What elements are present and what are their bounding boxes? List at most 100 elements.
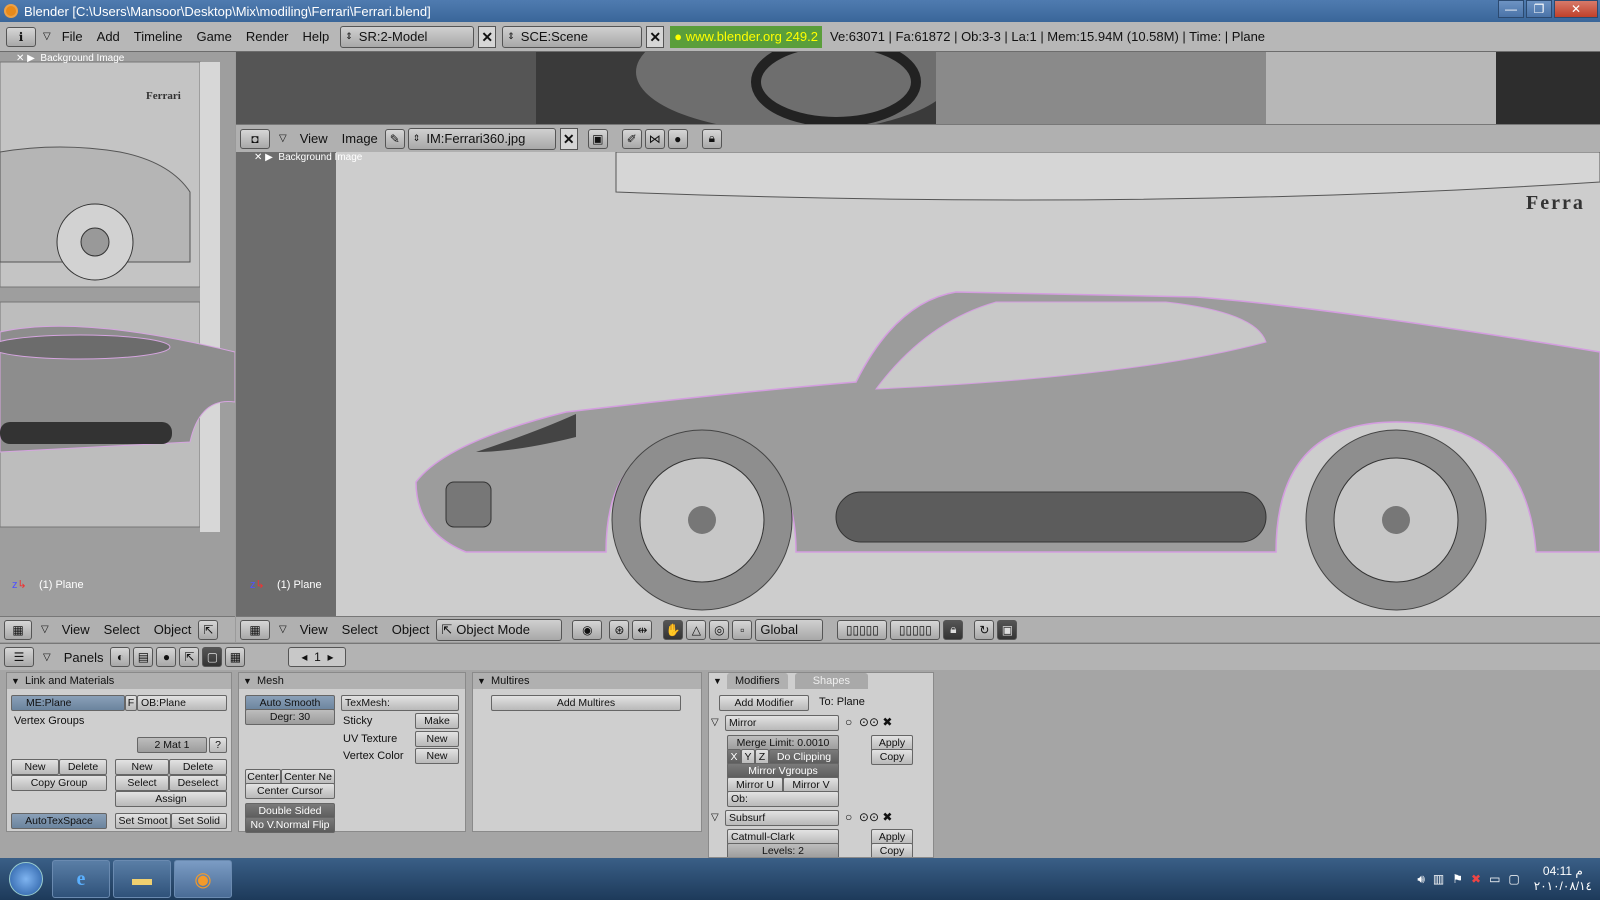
menu-add[interactable]: Add <box>90 29 127 44</box>
draw-type-icon[interactable]: ◉ <box>572 619 603 640</box>
orientation-selector[interactable]: Global <box>755 618 824 641</box>
rotate-icon[interactable]: △ <box>686 619 707 640</box>
vertex-color-new-button[interactable]: New <box>415 748 459 764</box>
vgroup-delete-button[interactable]: Delete <box>59 759 107 775</box>
scene-context-icon[interactable]: ▦ <box>225 647 246 667</box>
shapes-tab[interactable]: Shapes <box>794 673 868 689</box>
pin-icon[interactable]: ✎ <box>384 128 405 149</box>
uv-texture-new-button[interactable]: New <box>415 731 459 747</box>
lock-icon[interactable]: 🔒︎ <box>701 128 722 149</box>
material-assign-button[interactable]: Assign <box>115 791 227 807</box>
main-menu-view[interactable]: View <box>293 622 335 637</box>
taskbar-blender[interactable]: ◉ <box>174 860 232 898</box>
scale-icon[interactable]: ◎ <box>709 619 730 640</box>
maximize-button[interactable]: ❐ <box>1526 0 1552 18</box>
editor-type-grid-icon[interactable]: ▦ <box>4 619 32 640</box>
network-icon[interactable]: ▥ <box>1433 872 1444 886</box>
vgroup-new-button[interactable]: New <box>11 759 59 775</box>
taskbar-explorer[interactable]: ▬ <box>113 860 171 898</box>
transform-icon[interactable]: ▫ <box>732 619 753 640</box>
left-bg-image-label[interactable]: ✕ ▶ Background Image <box>16 53 124 64</box>
object-context-icon[interactable]: ⇱ <box>179 647 200 667</box>
degr-field[interactable]: Degr: 30 <box>245 709 335 725</box>
security-icon[interactable]: ✖ <box>1471 872 1481 886</box>
mesh-title[interactable]: Mesh <box>239 673 465 689</box>
menu-timeline[interactable]: Timeline <box>127 29 190 44</box>
blender-version-link[interactable]: ● www.blender.org 249.2 <box>670 25 822 48</box>
set-smooth-button[interactable]: Set Smoot <box>115 813 171 829</box>
image-menu-view[interactable]: View <box>293 131 335 146</box>
mirror-copy-button[interactable]: Copy <box>871 749 913 765</box>
minimize-button[interactable]: — <box>1498 0 1524 18</box>
object-name-field[interactable]: OB:Plane <box>137 695 227 711</box>
copy-group-button[interactable]: Copy Group <box>11 775 107 791</box>
image-pack-icon[interactable]: ▣ <box>587 128 608 149</box>
image-selector[interactable]: ⇕ IM:Ferrari360.jpg <box>407 127 556 150</box>
image-menu-image[interactable]: Image <box>335 131 385 146</box>
subsurf-collapse-icon[interactable]: ▽ <box>711 812 719 823</box>
clock[interactable]: 04:11 م ٢٠١٠/٠٨/١٤ <box>1534 864 1592 894</box>
taskbar-internet-explorer[interactable]: e <box>52 860 110 898</box>
screen-delete-button[interactable]: ✕ <box>478 25 497 48</box>
subsurf-state-icons[interactable]: ○ ⊙⊙ ✖ <box>845 810 892 824</box>
add-modifier-button[interactable]: Add Modifier <box>719 695 809 711</box>
no-vnormal-flip-toggle[interactable]: No V.Normal Flip <box>245 817 335 833</box>
multires-title[interactable]: Multires <box>473 673 701 689</box>
info-editor-type-icon[interactable]: ℹ <box>6 26 36 47</box>
menu-render[interactable]: Render <box>239 29 296 44</box>
menu-help[interactable]: Help <box>296 29 337 44</box>
editing-context-icon[interactable]: ▢ <box>202 647 223 667</box>
sticky-make-button[interactable]: Make <box>415 713 459 729</box>
collapse-icon[interactable]: ▽ <box>41 624 49 635</box>
main-menu-object[interactable]: Object <box>385 622 437 637</box>
screen-selector[interactable]: ⇕ SR:2-Model <box>340 25 475 48</box>
left-menu-view[interactable]: View <box>55 622 97 637</box>
subsurf-name-field[interactable]: Subsurf <box>725 810 839 826</box>
mesh-datablock-field[interactable]: ME:Plane <box>11 695 125 711</box>
menu-file[interactable]: File <box>55 29 90 44</box>
display-icon[interactable]: ▢ <box>1508 872 1519 886</box>
buttons-collapse-icon[interactable]: ▽ <box>43 652 51 663</box>
main-collapse-icon[interactable]: ▽ <box>279 624 287 635</box>
tray-app-icon[interactable]: ▭ <box>1489 872 1500 886</box>
fake-user-button[interactable]: F <box>125 695 137 711</box>
image-collapse-icon[interactable]: ▽ <box>279 133 287 144</box>
start-button[interactable] <box>0 858 52 900</box>
menu-game[interactable]: Game <box>189 29 238 44</box>
paint-icon[interactable]: ✐ <box>621 128 642 149</box>
volume-icon[interactable]: 🔊︎ <box>1417 872 1425 887</box>
link-materials-title[interactable]: Link and Materials <box>7 673 231 689</box>
left-menu-select[interactable]: Select <box>97 622 147 637</box>
frame-number-field[interactable]: ◂ 1 ▸ <box>288 647 347 667</box>
buttons-editor-type-icon[interactable]: ☰ <box>4 647 34 667</box>
left-3d-viewport[interactable]: ✕ ▶ Background Image Ferrari z↳ (1) Plan… <box>0 52 235 616</box>
close-button[interactable]: ✕ <box>1554 0 1598 18</box>
render-icon[interactable]: ↻ <box>974 619 995 640</box>
layer-lock-icon[interactable]: 🔒︎ <box>943 619 964 640</box>
main-3d-viewport[interactable]: ✕ ▶ Background Image Ferra z↳ (1) Plane <box>236 152 1600 616</box>
texmesh-field[interactable]: TexMesh: <box>341 695 459 711</box>
main-bg-image-label[interactable]: ✕ ▶ Background Image <box>254 152 362 163</box>
mirror-name-field[interactable]: Mirror <box>725 715 839 731</box>
image-editor-type-icon[interactable]: ◘ <box>240 128 270 149</box>
image-unlink-button[interactable]: ✕ <box>559 127 578 150</box>
shading-context-icon[interactable]: ● <box>156 647 177 667</box>
set-solid-button[interactable]: Set Solid <box>171 813 227 829</box>
uv-sync-icon[interactable]: ⋈ <box>644 128 665 149</box>
collapse-menu-icon[interactable]: ▽ <box>43 31 51 42</box>
mirror-state-icons[interactable]: ○ ⊙⊙ ✖ <box>845 715 892 729</box>
material-help-button[interactable]: ? <box>209 737 227 753</box>
material-index-field[interactable]: 2 Mat 1 <box>137 737 207 753</box>
material-deselect-button[interactable]: Deselect <box>169 775 227 791</box>
subsurf-levels-field[interactable]: Levels: 2 <box>727 843 839 857</box>
script-context-icon[interactable]: ▤ <box>133 647 154 667</box>
material-select-button[interactable]: Select <box>115 775 169 791</box>
left-mode-icon[interactable]: ⇱ <box>198 619 219 640</box>
material-delete-button[interactable]: Delete <box>169 759 227 775</box>
main-menu-select[interactable]: Select <box>335 622 385 637</box>
image-editor-view[interactable] <box>236 52 1600 124</box>
add-multires-button[interactable]: Add Multires <box>491 695 681 711</box>
manipulator-icon[interactable]: ⇹ <box>632 619 653 640</box>
flag-icon[interactable]: ⚑ <box>1452 872 1463 886</box>
logic-context-icon[interactable]: ◐ <box>110 647 131 667</box>
